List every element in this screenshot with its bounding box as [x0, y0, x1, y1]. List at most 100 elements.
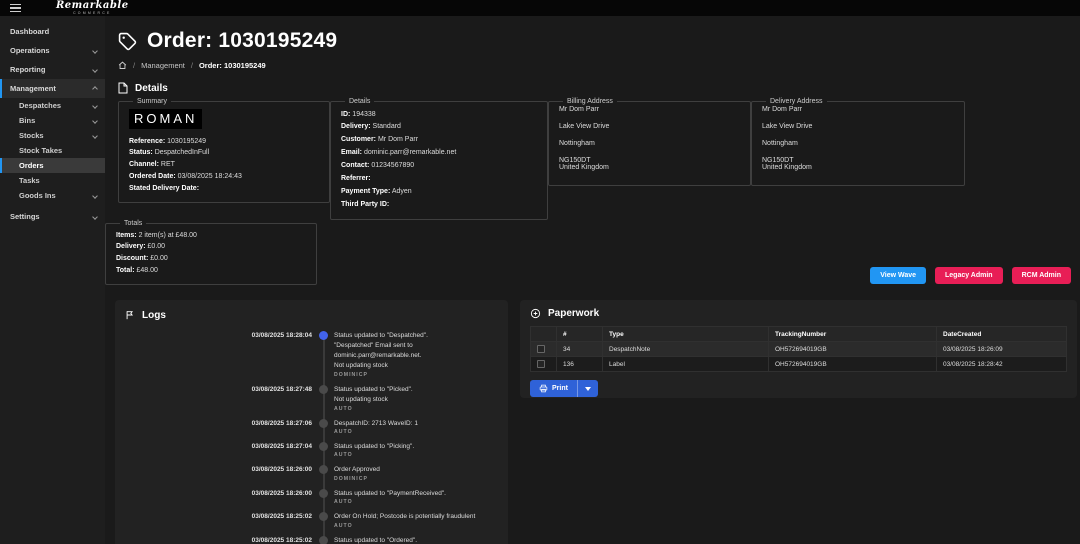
log-user: AUTO — [334, 523, 498, 529]
legacy-admin-button[interactable]: Legacy Admin — [935, 267, 1003, 284]
sidebar-item-despatches[interactable]: Despatches — [0, 98, 105, 113]
details-field: ID: 194338 — [341, 110, 537, 119]
details-field: Payment Type: Adyen — [341, 187, 537, 196]
log-entry: 03/08/2025 18:27:48 Status updated to "P… — [246, 385, 498, 412]
address-line: United Kingdom — [559, 164, 740, 171]
summary-field: Status: DespatchedInFull — [129, 148, 319, 157]
print-dropdown-button[interactable] — [577, 380, 598, 397]
flag-icon — [125, 309, 135, 321]
caret-down-icon — [585, 387, 591, 391]
rcm-admin-button[interactable]: RCM Admin — [1012, 267, 1071, 284]
home-icon[interactable] — [118, 61, 127, 70]
cell-type: Label — [603, 357, 769, 372]
timeline-dot[interactable] — [319, 489, 328, 498]
chevron-down-icon — [92, 103, 98, 109]
delivery-address-legend: Delivery Address — [766, 98, 827, 105]
col-date-created: DateCreated — [937, 327, 1067, 342]
log-message: Status updated to "Picking". AUTO — [334, 442, 498, 458]
sidebar-item-goods-ins[interactable]: Goods Ins — [0, 188, 105, 203]
sidebar-item-settings[interactable]: Settings — [0, 207, 105, 226]
sidebar-item-orders[interactable]: Orders — [0, 158, 105, 173]
sidebar-item-label: Settings — [10, 212, 40, 221]
brand-name: Remarkable — [56, 1, 129, 11]
log-message: Status updated to "Picked". Not updating… — [334, 385, 498, 412]
sidebar: Dashboard Operations Reporting Managemen… — [0, 16, 105, 544]
log-timestamp: 03/08/2025 18:26:00 — [246, 489, 312, 505]
view-wave-button[interactable]: View Wave — [870, 267, 926, 284]
log-entry: 03/08/2025 18:25:02 Order On Hold; Postc… — [246, 512, 498, 528]
sidebar-item-label: Stocks — [19, 131, 44, 140]
chevron-down-icon — [92, 118, 98, 124]
log-user: AUTO — [334, 499, 498, 505]
details-field: Email: dominic.parr@remarkable.net — [341, 148, 537, 157]
log-user: DOMINICP — [334, 372, 498, 378]
log-message: Order On Hold; Postcode is potentially f… — [334, 512, 498, 528]
cell-num: 34 — [557, 342, 603, 357]
sidebar-item-label: Despatches — [19, 101, 61, 110]
summary-panel: Summary ROMAN Reference: 1030195249 Stat… — [118, 98, 330, 203]
sidebar-item-label: Stock Takes — [19, 146, 62, 155]
table-row[interactable]: 34 DespatchNote OH572694019GB 03/08/2025… — [531, 342, 1067, 357]
sidebar-item-management[interactable]: Management — [0, 79, 105, 98]
hamburger-icon[interactable] — [0, 4, 30, 13]
summary-field: Ordered Date: 03/08/2025 18:24:43 — [129, 172, 319, 181]
brand-logo[interactable]: Remarkable COMMERCE — [56, 1, 129, 16]
log-timestamp: 03/08/2025 18:27:04 — [246, 442, 312, 458]
details-field: Contact: 01234567890 — [341, 161, 537, 170]
log-entry: 03/08/2025 18:26:00 Status updated to "P… — [246, 489, 498, 505]
address-line: United Kingdom — [762, 164, 954, 171]
sidebar-item-label: Goods Ins — [19, 191, 56, 200]
details-field: Delivery: Standard — [341, 122, 537, 131]
timeline-dot[interactable] — [319, 442, 328, 451]
paperwork-table: # Type TrackingNumber DateCreated 34 Des… — [530, 326, 1067, 372]
print-button[interactable]: Print — [530, 380, 577, 397]
sidebar-item-operations[interactable]: Operations — [0, 41, 105, 60]
timeline-dot[interactable] — [319, 385, 328, 394]
row-checkbox[interactable] — [537, 345, 545, 353]
sidebar-item-dashboard[interactable]: Dashboard — [0, 22, 105, 41]
page-title: Order: 1030195249 — [147, 29, 337, 53]
sidebar-item-bins[interactable]: Bins — [0, 113, 105, 128]
log-timestamp: 03/08/2025 18:25:02 — [246, 536, 312, 544]
address-line: NG150DT — [559, 157, 740, 164]
details-section-title: Details — [135, 83, 168, 94]
breadcrumb: / Management / Order: 1030195249 — [118, 61, 1064, 70]
order-tag-icon — [118, 32, 137, 51]
totals-panel: Totals Items: 2 item(s) at £48.00 Delive… — [105, 220, 317, 285]
row-checkbox[interactable] — [537, 360, 545, 368]
cell-date-created: 03/08/2025 18:28:42 — [937, 357, 1067, 372]
topbar: Remarkable COMMERCE — [0, 0, 1080, 16]
breadcrumb-management[interactable]: Management — [141, 61, 185, 70]
log-user: AUTO — [334, 452, 498, 458]
print-button-label: Print — [552, 385, 568, 392]
billing-address-panel: Billing Address Mr Dom Parr Lake View Dr… — [548, 98, 751, 186]
col-tracking: TrackingNumber — [769, 327, 937, 342]
log-message: DespatchID: 2713 WaveID: 1 AUTO — [334, 419, 498, 435]
log-timestamp: 03/08/2025 18:25:02 — [246, 512, 312, 528]
sidebar-item-stock-takes[interactable]: Stock Takes — [0, 143, 105, 158]
sidebar-item-label: Operations — [10, 46, 50, 55]
timeline-dot[interactable] — [319, 465, 328, 474]
summary-field: Reference: 1030195249 — [129, 137, 319, 146]
timeline-dot[interactable] — [319, 512, 328, 521]
log-message: Status updated to "Ordered". AUTO — [334, 536, 498, 544]
sidebar-item-tasks[interactable]: Tasks — [0, 173, 105, 188]
sidebar-item-stocks[interactable]: Stocks — [0, 128, 105, 143]
paperwork-header-row: # Type TrackingNumber DateCreated — [531, 327, 1067, 342]
timeline-dot[interactable] — [319, 331, 328, 340]
sidebar-item-label: Orders — [19, 161, 44, 170]
log-entry: 03/08/2025 18:27:06 DespatchID: 2713 Wav… — [246, 419, 498, 435]
cell-num: 136 — [557, 357, 603, 372]
chevron-down-icon — [92, 67, 98, 73]
table-row[interactable]: 136 Label OH572694019GB 03/08/2025 18:28… — [531, 357, 1067, 372]
billing-address-legend: Billing Address — [563, 98, 617, 105]
sidebar-item-reporting[interactable]: Reporting — [0, 60, 105, 79]
log-entry: 03/08/2025 18:25:02 Status updated to "O… — [246, 536, 498, 544]
sidebar-item-label: Tasks — [19, 176, 40, 185]
totals-field: Total: £48.00 — [116, 266, 306, 275]
timeline-dot[interactable] — [319, 419, 328, 428]
log-user: DOMINICP — [334, 476, 498, 482]
timeline-dot[interactable] — [319, 536, 328, 544]
totals-field: Items: 2 item(s) at £48.00 — [116, 231, 306, 240]
address-line: Mr Dom Parr — [762, 106, 954, 113]
